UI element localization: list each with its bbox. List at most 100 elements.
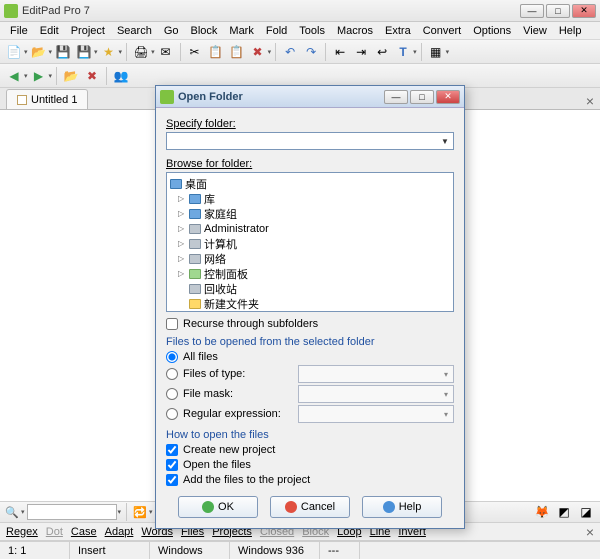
tree-item-libraries[interactable]: ▷库: [170, 191, 450, 206]
files-type-combo[interactable]: ▾: [298, 365, 454, 383]
expand-icon[interactable]: ▷: [178, 209, 186, 218]
folder-remove-icon[interactable]: ✖: [82, 66, 102, 86]
tree-item-network[interactable]: ▷网络: [170, 251, 450, 266]
tree-item-recyclebin[interactable]: 回收站: [170, 281, 450, 296]
expand-icon[interactable]: ▷: [178, 224, 186, 233]
opt-regex[interactable]: Regex: [6, 526, 38, 538]
radio-file-mask[interactable]: [166, 388, 178, 400]
chk-add-project[interactable]: [166, 474, 178, 486]
search-opt-4-icon[interactable]: ◪: [576, 502, 596, 522]
close-button[interactable]: ✕: [572, 4, 596, 18]
menu-macros[interactable]: Macros: [331, 24, 379, 38]
expand-icon[interactable]: ▷: [178, 194, 186, 203]
print-icon[interactable]: 🖨: [131, 42, 151, 62]
expand-icon[interactable]: ▷: [178, 254, 186, 263]
menu-convert[interactable]: Convert: [417, 24, 468, 38]
menu-tools[interactable]: Tools: [293, 24, 331, 38]
folder-tree[interactable]: 桌面 ▷库 ▷家庭组 ▷Administrator ▷计算机 ▷网络 ▷控制面板…: [166, 172, 454, 312]
chevron-down-icon[interactable]: ▾: [439, 366, 453, 382]
menu-search[interactable]: Search: [111, 24, 158, 38]
replace-icon[interactable]: 🔁: [132, 504, 148, 520]
tree-item-homegroup[interactable]: ▷家庭组: [170, 206, 450, 221]
radio-files-type[interactable]: [166, 368, 178, 380]
nav-fwd-icon[interactable]: ▶: [29, 66, 49, 86]
help-button[interactable]: Help: [362, 496, 442, 518]
menu-fold[interactable]: Fold: [260, 24, 293, 38]
specify-folder-combo[interactable]: ▼: [166, 132, 454, 150]
search-dropdown-icon[interactable]: ▾: [118, 508, 122, 516]
cut-icon[interactable]: ✂: [185, 42, 205, 62]
menu-extra[interactable]: Extra: [379, 24, 417, 38]
file-mask-combo[interactable]: ▾: [298, 385, 454, 403]
desktop-icon: [170, 179, 182, 189]
chk-new-project[interactable]: [166, 444, 178, 456]
chevron-down-icon[interactable]: ▼: [437, 133, 453, 149]
favorites-icon[interactable]: ★: [99, 42, 119, 62]
chevron-down-icon[interactable]: ▾: [439, 406, 453, 422]
opt-case[interactable]: Case: [71, 526, 97, 538]
recurse-checkbox[interactable]: [166, 318, 178, 330]
radio-all-files[interactable]: [166, 351, 178, 363]
open-file-icon[interactable]: 📂: [29, 42, 49, 62]
text-tool-icon[interactable]: T: [393, 42, 413, 62]
cancel-button[interactable]: Cancel: [270, 496, 350, 518]
menu-view[interactable]: View: [517, 24, 553, 38]
radio-regex[interactable]: [166, 408, 178, 420]
opt-adapt[interactable]: Adapt: [105, 526, 134, 538]
menu-block[interactable]: Block: [185, 24, 224, 38]
tab-untitled-1[interactable]: Untitled 1: [6, 89, 88, 109]
people-icon[interactable]: 👥: [111, 66, 131, 86]
menu-mark[interactable]: Mark: [223, 24, 259, 38]
menu-project[interactable]: Project: [65, 24, 111, 38]
tree-item-desktop[interactable]: 桌面: [170, 176, 450, 191]
menu-help[interactable]: Help: [553, 24, 588, 38]
dialog-maximize-button[interactable]: □: [410, 90, 434, 104]
radio-regex-label: Regular expression:: [183, 408, 293, 420]
search-opt-3-icon[interactable]: ◩: [554, 502, 574, 522]
dialog-close-button[interactable]: ✕: [436, 90, 460, 104]
search-input[interactable]: [27, 504, 117, 520]
indent-left-icon[interactable]: ⇤: [330, 42, 350, 62]
status-insert[interactable]: Insert: [70, 542, 150, 559]
folder-open-icon[interactable]: 📂: [61, 66, 81, 86]
paste-icon[interactable]: 📋: [227, 42, 247, 62]
ok-button[interactable]: OK: [178, 496, 258, 518]
status-encoding-1[interactable]: Windows: [150, 542, 230, 559]
dialog-minimize-button[interactable]: —: [384, 90, 408, 104]
menu-file[interactable]: File: [4, 24, 34, 38]
undo-icon[interactable]: ↶: [280, 42, 300, 62]
chk-open-files[interactable]: [166, 459, 178, 471]
opt-dot[interactable]: Dot: [46, 526, 63, 538]
status-extra: ---: [320, 542, 360, 559]
status-encoding-2[interactable]: Windows 936: [230, 542, 320, 559]
tree-item-computer[interactable]: ▷计算机: [170, 236, 450, 251]
mail-icon[interactable]: ✉: [156, 42, 176, 62]
menu-edit[interactable]: Edit: [34, 24, 65, 38]
copy-icon[interactable]: 📋: [206, 42, 226, 62]
expand-icon[interactable]: ▷: [178, 239, 186, 248]
new-file-icon[interactable]: 📄: [4, 42, 24, 62]
nav-back-icon[interactable]: ◀: [4, 66, 24, 86]
open-folder-dialog: Open Folder — □ ✕ Specify folder: ▼ Brow…: [155, 85, 465, 529]
regex-combo[interactable]: ▾: [298, 405, 454, 423]
tree-item-administrator[interactable]: ▷Administrator: [170, 221, 450, 236]
chevron-down-icon[interactable]: ▾: [439, 386, 453, 402]
search-icon[interactable]: 🔍: [4, 504, 20, 520]
toggle-1-icon[interactable]: ▦: [426, 42, 446, 62]
tree-item-controlpanel[interactable]: ▷控制面板: [170, 266, 450, 281]
tree-item-newfolder[interactable]: 新建文件夹: [170, 296, 450, 311]
delete-icon[interactable]: ✖: [248, 42, 268, 62]
expand-icon[interactable]: ▷: [178, 269, 186, 278]
opt-close-icon[interactable]: ×: [586, 524, 594, 540]
tab-close-icon[interactable]: ×: [580, 93, 600, 109]
minimize-button[interactable]: —: [520, 4, 544, 18]
save-icon[interactable]: 💾: [53, 42, 73, 62]
maximize-button[interactable]: □: [546, 4, 570, 18]
menu-options[interactable]: Options: [467, 24, 517, 38]
redo-icon[interactable]: ↷: [301, 42, 321, 62]
menu-go[interactable]: Go: [158, 24, 185, 38]
help-icon: [383, 501, 395, 513]
save-all-icon[interactable]: 💾: [74, 42, 94, 62]
wrap-icon[interactable]: ↩: [372, 42, 392, 62]
indent-right-icon[interactable]: ⇥: [351, 42, 371, 62]
